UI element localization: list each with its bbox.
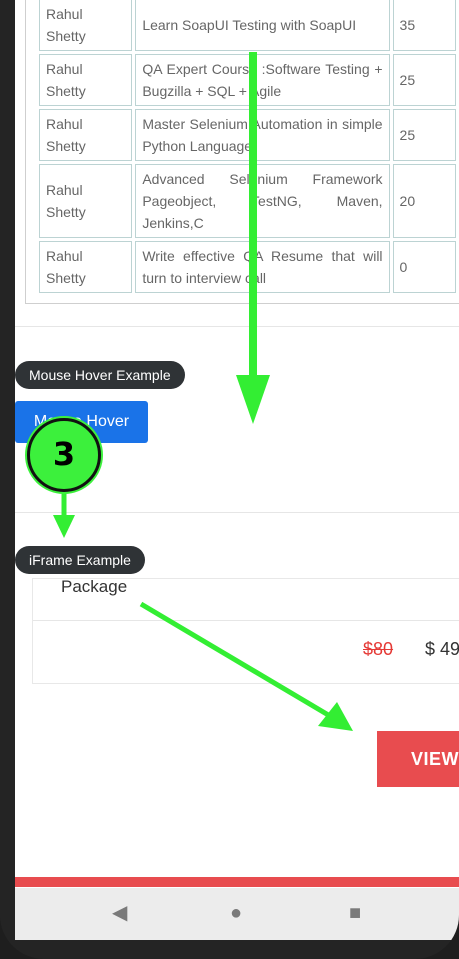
iframe-label: iFrame Example bbox=[15, 546, 145, 574]
new-price: $ 49 bbox=[425, 639, 459, 659]
table-row: Rahul Shetty Advanced Selenium Framework … bbox=[39, 164, 456, 238]
old-price: $80 bbox=[363, 639, 394, 659]
card-divider bbox=[33, 620, 459, 621]
course-cell: Advanced Selenium Framework Pageobject, … bbox=[135, 164, 390, 238]
mouse-hover-label: Mouse Hover Example bbox=[15, 361, 185, 389]
divider bbox=[15, 326, 459, 327]
table-row: Rahul Shetty QA Expert Course :Software T… bbox=[39, 54, 456, 106]
price-cell: 25 bbox=[392, 109, 456, 161]
course-cell: QA Expert Course :Software Testing + Bug… bbox=[135, 54, 390, 106]
table-row: Rahul Shetty Master Selenium Automation i… bbox=[39, 109, 456, 161]
table-row: Rahul Shetty Write effective QA Resume th… bbox=[39, 241, 456, 293]
table-row: Rahul Shetty Learn SoapUI Testing with So… bbox=[39, 0, 456, 51]
back-icon[interactable]: ◀ bbox=[112, 900, 127, 926]
instructor-cell: Rahul Shetty bbox=[39, 0, 133, 51]
instructor-cell: Rahul Shetty bbox=[39, 164, 133, 238]
instructor-cell: Rahul Shetty bbox=[39, 241, 133, 293]
courses-table-container: Rahul Shetty Learn SoapUI Testing with So… bbox=[25, 0, 459, 304]
course-cell: Master Selenium Automation in simple Pyt… bbox=[135, 109, 390, 161]
course-cell: Write effective QA Resume that will turn… bbox=[135, 241, 390, 293]
divider bbox=[15, 512, 459, 513]
courses-table: Rahul Shetty Learn SoapUI Testing with So… bbox=[36, 0, 459, 296]
iframe-content[interactable]: Package $80 $ 49 bbox=[32, 577, 459, 684]
view-button[interactable]: VIEW bbox=[377, 731, 459, 787]
price-cell: 35 bbox=[392, 0, 456, 51]
price-cell: 20 bbox=[392, 164, 456, 238]
phone-bezel bbox=[0, 0, 15, 959]
course-cell: Learn SoapUI Testing with SoapUI bbox=[135, 0, 390, 51]
package-title: Package bbox=[61, 577, 128, 596]
price-cell: 0 bbox=[392, 241, 456, 293]
step-number-badge: 3 bbox=[27, 418, 101, 492]
instructor-cell: Rahul Shetty bbox=[39, 54, 133, 106]
footer-accent-bar bbox=[15, 877, 459, 887]
recents-icon[interactable]: ■ bbox=[349, 900, 361, 926]
android-nav-bar: ◀ ● ■ bbox=[15, 888, 459, 940]
home-icon[interactable]: ● bbox=[230, 900, 242, 926]
price-cell: 25 bbox=[392, 54, 456, 106]
instructor-cell: Rahul Shetty bbox=[39, 109, 133, 161]
